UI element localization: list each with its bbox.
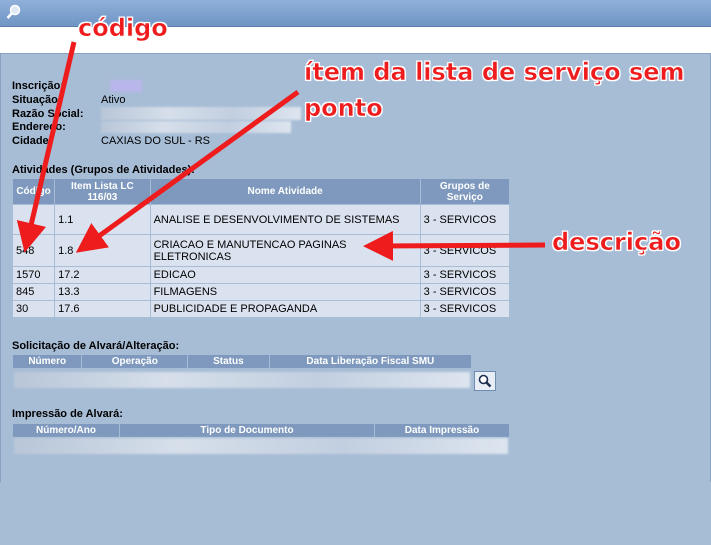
- cell-grupo: 3 - SERVICOS: [419, 234, 511, 267]
- cell-codigo: 30: [11, 300, 56, 318]
- col-header-item-lista: Item Lista LC 116/03: [54, 178, 151, 205]
- cell-nome: FILMAGENS: [149, 283, 421, 301]
- cell-item: 1.8: [54, 234, 151, 267]
- cidade-label: Cidade:: [12, 135, 53, 147]
- col-header-status: Status: [187, 354, 270, 369]
- razao-social-label: Razão Social:: [12, 108, 84, 120]
- col-header-tipo-documento: Tipo de Documento: [119, 423, 375, 438]
- search-icon: [478, 374, 492, 388]
- razao-social-value-redacted: [101, 107, 301, 120]
- atividades-title: Atividades (Grupos de Atividades):: [12, 164, 195, 176]
- table-row: 1570 17.2 EDICAO 3 - SERVICOS: [11, 266, 511, 284]
- solicitacao-row-redacted: [14, 372, 470, 388]
- annotation-item-lista: ítem da lista de serviço sem: [304, 58, 685, 87]
- cidade-value: CAXIAS DO SUL - RS: [101, 135, 211, 147]
- col-header-codigo: Código: [11, 178, 56, 205]
- col-header-operacao: Operação: [81, 354, 189, 369]
- cell-nome: PUBLICIDADE E PROPAGANDA: [149, 300, 421, 318]
- cell-item: 17.6: [54, 300, 151, 318]
- col-header-data-impressao: Data Impressão: [374, 423, 510, 438]
- cell-nome: ANALISE E DESENVOLVIMENTO DE SISTEMAS: [149, 204, 421, 235]
- impressao-title: Impressão de Alvará:: [12, 408, 123, 420]
- cell-grupo: 3 - SERVICOS: [419, 300, 511, 318]
- situacao-label: Situação:: [12, 94, 62, 106]
- table-row: 548 1.8 CRIACAO E MANUTENCAO PAGINAS ELE…: [11, 234, 511, 267]
- table-row: 845 13.3 FILMAGENS 3 - SERVICOS: [11, 283, 511, 301]
- situacao-value: Ativo: [101, 94, 126, 106]
- cell-grupo: 3 - SERVICOS: [419, 266, 511, 284]
- cell-item: 13.3: [54, 283, 151, 301]
- search-button[interactable]: [474, 371, 496, 391]
- col-header-grupos: Grupos de Serviço: [419, 178, 511, 205]
- cell-nome: EDICAO: [149, 266, 421, 284]
- table-row: 1.1 ANALISE E DESENVOLVIMENTO DE SISTEMA…: [11, 204, 511, 235]
- cell-grupo: 3 - SERVICOS: [419, 204, 511, 235]
- endereco-value-redacted: [101, 121, 291, 133]
- cell-codigo: 1570: [11, 266, 56, 284]
- inscricao-label: Inscrição:: [12, 80, 64, 92]
- cell-nome: CRIACAO E MANUTENCAO PAGINAS ELETRONICAS: [149, 234, 421, 267]
- impressao-table: Número/Ano Tipo de Documento Data Impres…: [12, 423, 510, 438]
- solicitacao-title: Solicitação de Alvará/Alteração:: [12, 340, 180, 352]
- solicitacao-table: Número Operação Status Data Liberação Fi…: [11, 354, 473, 369]
- cell-grupo: 3 - SERVICOS: [419, 283, 511, 301]
- annotation-descricao: descrição: [552, 228, 681, 257]
- cell-codigo: 548: [11, 234, 56, 267]
- atividades-table: Código Item Lista LC 116/03 Nome Ativida…: [11, 178, 511, 318]
- inscricao-value-redacted: [110, 80, 142, 92]
- col-header-numero: Número: [11, 354, 83, 369]
- col-header-data-liberacao: Data Liberação Fiscal SMU: [268, 354, 473, 369]
- col-header-numero-ano: Número/Ano: [12, 423, 120, 438]
- table-row: 30 17.6 PUBLICIDADE E PROPAGANDA 3 - SER…: [11, 300, 511, 318]
- cell-codigo: [11, 204, 56, 235]
- cell-codigo: 845: [11, 283, 56, 301]
- cell-item: 17.2: [54, 266, 151, 284]
- endereco-label: Endereço:: [12, 121, 66, 133]
- annotation-codigo: código: [78, 14, 168, 43]
- col-header-nome-atividade: Nome Atividade: [149, 178, 421, 205]
- magnifier-icon: [6, 4, 21, 19]
- annotation-item-lista-2: ponto: [304, 94, 383, 123]
- page-background: [0, 482, 711, 545]
- cell-item: 1.1: [54, 204, 151, 235]
- impressao-row-redacted: [14, 438, 508, 454]
